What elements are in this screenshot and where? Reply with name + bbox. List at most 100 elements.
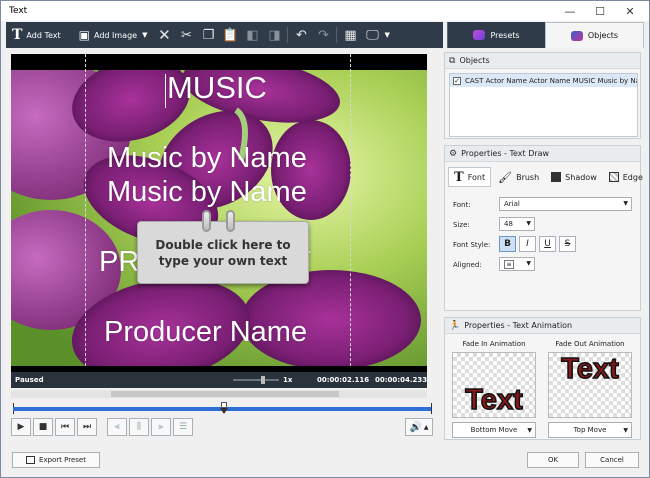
minimize-icon[interactable]: — <box>555 1 585 21</box>
chevron-down-icon: ▼ <box>527 426 532 434</box>
objects-list[interactable]: ✓ CAST Actor Name Actor Name MUSIC Music… <box>449 73 638 137</box>
size-value: 48 <box>504 220 513 228</box>
display-icon[interactable]: 🖵 <box>361 24 383 46</box>
delete-icon[interactable]: ✕ <box>153 24 175 46</box>
text-animation-panel-title: Properties - Text Animation <box>464 321 573 330</box>
objects-panel: ⧉ Objects ✓ CAST Actor Name Actor Name M… <box>444 52 641 139</box>
tab-brush[interactable]: 🖌 Brush <box>493 167 544 187</box>
fade-in-select[interactable]: Bottom Move ▼ <box>452 422 536 438</box>
text-animation-panel-header: 🏃 Properties - Text Animation <box>445 318 640 334</box>
align-right-icon[interactable]: ⫸ <box>151 418 171 436</box>
transport-controls: ▶ ■ ⏮ ⏭ ⫷ ⫼ ⫸ ☰ <box>11 417 195 437</box>
fade-out-preview[interactable]: Text <box>548 352 632 418</box>
text-editor-window: Text — ☐ ✕ T Add Text ▣ Add Image ▼ ✕ ✂ … <box>0 0 650 478</box>
add-image-button[interactable]: ▣ Add Image ▼ <box>73 24 154 46</box>
toolbar-separator <box>336 27 338 43</box>
timeline-seek-bar[interactable] <box>11 402 434 414</box>
align-select[interactable]: ≡ ▼ <box>499 257 535 271</box>
objects-icon: ⧉ <box>449 55 456 66</box>
tab-objects[interactable]: Objects <box>545 22 644 48</box>
tab-edge[interactable]: Edge <box>604 167 648 187</box>
speed-slider-handle[interactable] <box>261 376 265 384</box>
maximize-icon[interactable]: ☐ <box>585 1 615 21</box>
hint-line-1: Double click here to <box>155 237 291 252</box>
paste-icon[interactable]: 📋 <box>219 24 241 46</box>
double-click-hint-note[interactable]: Double click here to type your own text <box>137 210 309 284</box>
tab-edge-label: Edge <box>622 172 643 182</box>
brush-icon: 🖌 <box>498 170 513 184</box>
strikethrough-button[interactable]: S <box>559 236 576 252</box>
add-text-button[interactable]: T Add Text <box>6 24 67 46</box>
font-value: Arial <box>504 200 520 208</box>
send-backward-icon[interactable]: ◧ <box>241 24 263 46</box>
text-object-music-by-1[interactable]: Music by Name <box>107 142 307 175</box>
tab-shadow-label: Shadow <box>565 172 597 182</box>
paper-clip-icon <box>202 210 211 232</box>
align-left-icon[interactable]: ⫷ <box>107 418 127 436</box>
image-icon: ▣ <box>78 28 90 42</box>
align-center-icon[interactable]: ⫼ <box>129 418 149 436</box>
previous-icon[interactable]: ⏮ <box>55 418 75 436</box>
speed-slider-track[interactable] <box>233 379 279 381</box>
export-preset-button[interactable]: Export Preset <box>12 452 100 468</box>
cut-icon[interactable]: ✂ <box>175 24 197 46</box>
text-draw-tabs: T Font 🖌 Brush Shadow Edge <box>448 167 643 187</box>
text-object-music[interactable]: MUSIC <box>167 70 267 106</box>
font-select[interactable]: Arial ▼ <box>499 197 632 211</box>
stop-icon[interactable]: ■ <box>33 418 53 436</box>
object-row-label: CAST Actor Name Actor Name MUSIC Music b… <box>465 76 637 85</box>
fade-in-preview[interactable]: Text <box>452 352 536 418</box>
tab-font-label: Font <box>467 172 486 182</box>
tab-presets-label: Presets <box>490 30 520 40</box>
fade-out-preview-text: Text <box>560 352 619 386</box>
cancel-button[interactable]: Cancel <box>585 452 639 468</box>
video-preview[interactable]: MUSIC Music by Name Music by Name PRODUC… <box>11 54 427 388</box>
tab-shadow[interactable]: Shadow <box>546 167 602 187</box>
underline-button[interactable]: U <box>539 236 556 252</box>
paper-clip-icon <box>226 210 235 232</box>
export-icon <box>26 456 36 464</box>
fade-out-select[interactable]: Top Move ▼ <box>548 422 632 438</box>
undo-icon[interactable]: ↶ <box>290 24 312 46</box>
safe-area-guide-right <box>350 54 351 366</box>
aligned-label: Aligned: <box>453 261 482 269</box>
size-select[interactable]: 48 ▼ <box>499 217 535 231</box>
font-label: Font: <box>453 201 471 209</box>
text-animation-panel: 🏃 Properties - Text Animation Fade In An… <box>444 317 641 440</box>
play-icon[interactable]: ▶ <box>11 418 31 436</box>
side-tabs: Presets Objects <box>447 22 644 48</box>
playback-status-bar: Paused 1x 00:00:02.116 00:00:04.233 <box>11 372 427 388</box>
text-object-producer[interactable]: Producer Name <box>104 316 307 349</box>
bring-forward-icon[interactable]: ◨ <box>263 24 285 46</box>
chevron-down-icon: ▼ <box>526 220 531 227</box>
list-item[interactable]: ✓ CAST Actor Name Actor Name MUSIC Music… <box>450 74 637 87</box>
editor-toolbar: T Add Text ▣ Add Image ▼ ✕ ✂ ❐ 📋 ◧ ◨ ↶ ↷… <box>6 22 443 48</box>
italic-button[interactable]: I <box>519 236 536 252</box>
grid-icon[interactable]: ▦ <box>339 24 361 46</box>
add-image-label: Add Image <box>93 30 138 40</box>
scrollbar-thumb[interactable] <box>111 391 339 397</box>
redo-icon[interactable]: ↷ <box>312 24 334 46</box>
chevron-down-icon: ▼ <box>623 200 628 207</box>
fade-in-column: Fade In Animation Text Bottom Move ▼ <box>451 340 537 438</box>
close-icon[interactable]: ✕ <box>615 1 645 21</box>
export-preset-label: Export Preset <box>39 456 86 464</box>
tab-presets[interactable]: Presets <box>447 22 545 48</box>
fade-out-label: Fade Out Animation <box>555 340 625 348</box>
window-title: Text <box>9 6 28 16</box>
text-object-music-by-2[interactable]: Music by Name <box>107 176 307 209</box>
ok-button[interactable]: OK <box>527 452 579 468</box>
preview-horizontal-scrollbar[interactable] <box>11 390 427 398</box>
chevron-down-icon[interactable]: ▼ <box>142 31 147 39</box>
object-checkbox[interactable]: ✓ <box>453 76 461 85</box>
bold-button[interactable]: B <box>499 236 516 252</box>
volume-icon[interactable]: 🔊 ▲ <box>405 418 433 436</box>
font-style-buttons: B I U S <box>499 236 579 252</box>
next-icon[interactable]: ⏭ <box>77 418 97 436</box>
align-justify-icon[interactable]: ☰ <box>173 418 193 436</box>
copy-icon[interactable]: ❐ <box>197 24 219 46</box>
fade-in-preview-text: Text <box>464 383 523 417</box>
text-t-icon: T <box>12 27 23 43</box>
tab-font[interactable]: T Font <box>448 167 492 187</box>
chevron-down-icon[interactable]: ▼ <box>384 31 389 39</box>
